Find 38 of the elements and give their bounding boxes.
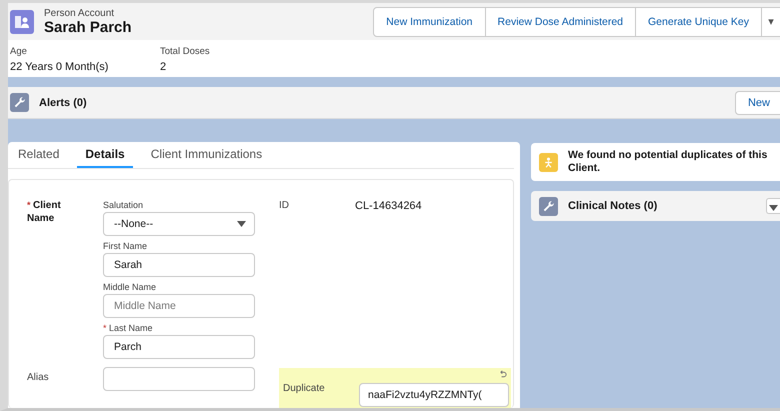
highlight-label: Total Doses [160,46,210,57]
more-actions-button[interactable]: ▾ [762,6,780,36]
field-label: Middle Name [103,282,158,292]
tab[interactable]: Details [77,142,133,168]
input-field[interactable]: naaFi2vztu4yRZZMNTy( [359,383,509,407]
salutation-select[interactable]: --None-- [103,212,255,236]
highlight-value: 2 [160,61,168,73]
person-icon [539,152,558,172]
undo-icon[interactable] [498,370,507,379]
action-button[interactable]: Generate Unique Key [636,6,762,36]
wrench-icon [539,196,558,216]
input-field[interactable]: Middle Name [103,294,255,318]
input-field[interactable]: Parch [103,335,255,359]
tab[interactable]: Related [10,142,68,168]
clinical-notes-title: Clinical Notes (0) [568,200,658,212]
field-label: Duplicate [283,383,326,396]
input-field[interactable]: Sarah [103,253,255,277]
id-value: CL-14634264 [355,200,423,212]
notice-text: We found no potential duplicates of this Client. [568,149,768,175]
action-button[interactable]: New Immunization [373,6,486,36]
object-type-label: Person Account [44,8,116,18]
record-title: Sarah Parch [44,18,133,36]
highlight-label: Age [10,46,28,57]
alias-field[interactable] [103,367,255,391]
caret-icon [769,205,778,211]
highlight-value: 22 Years 0 Month(s) [10,61,110,73]
dropdown-button[interactable] [766,198,780,214]
alerts-title: Alerts (0) [39,96,88,108]
field-label: First Name [103,241,148,251]
new-button[interactable]: New [734,90,780,114]
field-label: Alias [27,372,50,385]
field-label: Salutation [103,200,144,210]
caret-icon [237,221,246,227]
action-button[interactable]: Review Dose Administered [486,6,636,36]
tab[interactable]: Client Immunizations [142,142,270,168]
field-label: ID [279,200,290,212]
field-label: * Last Name [103,323,154,333]
field-label: * Client Name [27,200,62,226]
